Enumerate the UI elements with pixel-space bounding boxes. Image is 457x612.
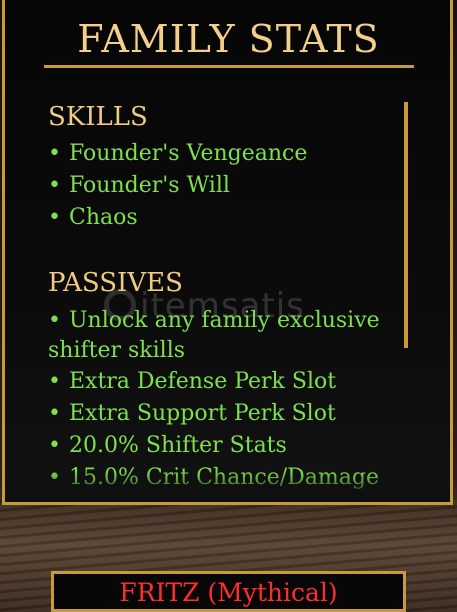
skill-item: • Chaos <box>48 203 138 233</box>
passive-item: • Unlock any family exclusive <box>48 306 380 336</box>
family-name-box: FRITZ (Mythical) <box>51 571 406 612</box>
bullet-icon: • <box>48 401 61 426</box>
skills-heading: SKILLS <box>48 102 148 132</box>
bullet-icon: • <box>48 369 61 394</box>
scroll-fade-overlay <box>5 470 450 502</box>
bullet-icon: • <box>48 141 61 166</box>
bullet-icon: • <box>48 433 61 458</box>
family-name-label: FRITZ (Mythical) <box>119 578 338 607</box>
skill-item-label: Founder's Vengeance <box>68 141 308 166</box>
passive-item-label: 20.0% Shifter Stats <box>68 433 287 458</box>
passive-item-label: shifter skills <box>48 338 186 363</box>
page-title: FAMILY STATS <box>77 17 380 61</box>
passive-item-label: Unlock any family exclusive <box>68 308 380 333</box>
scrollbar[interactable] <box>404 102 408 348</box>
skill-item: • Founder's Will <box>48 171 230 201</box>
skill-item-label: Founder's Will <box>68 173 230 198</box>
bullet-icon: • <box>48 308 61 333</box>
bullet-icon: • <box>48 205 61 230</box>
passive-item: • 20.0% Shifter Stats <box>48 431 287 461</box>
skill-item-label: Chaos <box>68 205 138 230</box>
passive-item-label: Extra Defense Perk Slot <box>68 369 337 394</box>
title-divider <box>44 65 414 68</box>
bullet-icon: • <box>48 173 61 198</box>
passive-item: • Extra Support Perk Slot <box>48 399 336 429</box>
family-stats-panel <box>2 0 453 505</box>
passives-heading: PASSIVES <box>48 268 183 298</box>
passive-item-continuation: shifter skills <box>48 336 185 366</box>
passive-item-label: Extra Support Perk Slot <box>68 401 336 426</box>
skill-item: • Founder's Vengeance <box>48 139 307 169</box>
passive-item: • Extra Defense Perk Slot <box>48 367 336 397</box>
